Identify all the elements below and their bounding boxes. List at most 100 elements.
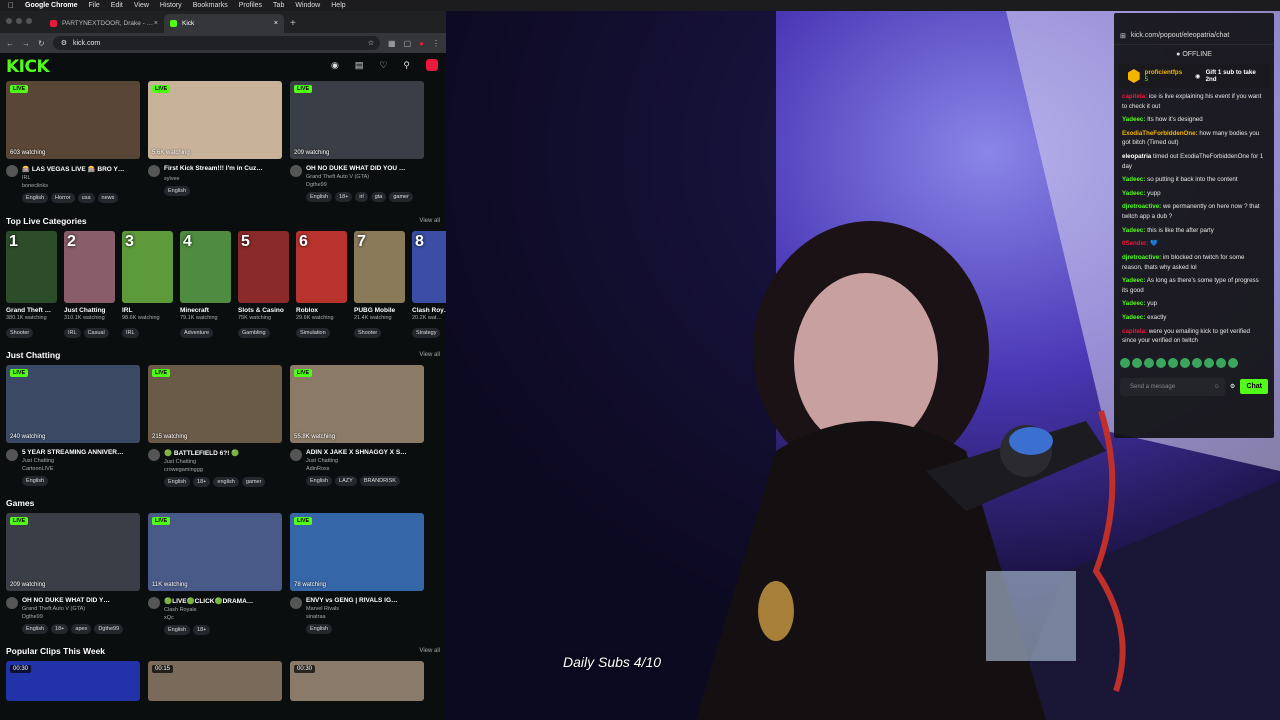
channel-name[interactable]: boneclinks	[22, 183, 134, 189]
menu-file[interactable]: File	[89, 2, 100, 9]
tab-youtube[interactable]: PARTYNEXTDOOR, Drake - … ×	[44, 14, 164, 33]
stream-card[interactable]: LIVE 11K watching 🟢LIVE🟢CLICK🟢DRAMA… Clash …	[148, 513, 282, 635]
channel-name[interactable]: Dgthe99	[306, 182, 418, 188]
chat-username[interactable]: Yadeec:	[1122, 176, 1145, 183]
category-card[interactable]: 3 IRL 98.6K watching IRL	[122, 231, 173, 339]
tab-kick[interactable]: Kick ×	[164, 14, 284, 33]
emote-icon[interactable]	[1144, 357, 1154, 368]
category-thumbnail[interactable]: 5	[238, 231, 289, 303]
chat-username[interactable]: djretroactive:	[1122, 203, 1161, 210]
view-all-link[interactable]: View all	[419, 352, 440, 358]
tag[interactable]: apex	[71, 624, 92, 634]
tag[interactable]: English	[306, 624, 333, 634]
tag[interactable]: irl	[355, 192, 368, 202]
close-tab-icon[interactable]: ×	[274, 20, 278, 27]
emote-icon[interactable]	[1216, 357, 1226, 368]
profile-icon[interactable]: ●	[419, 39, 424, 48]
stream-title[interactable]: 🟢LIVE🟢CLICK🟢DRAMA…	[164, 597, 276, 605]
stream-card[interactable]: LIVE 209 watching OH NO DUKE WHAT DID Y… Gr…	[6, 513, 140, 635]
category-link[interactable]: Grand Theft Auto V (GTA)	[22, 606, 134, 612]
stream-card[interactable]: LIVE 78 watching ENVY vs GENG | RIVALS IG……	[290, 513, 424, 635]
chat-username[interactable]: ExodiaTheForbiddenOne:	[1122, 130, 1198, 137]
tag[interactable]: English	[164, 477, 191, 487]
stream-card[interactable]: LIVE 215 watching 🟢 BATTLEFIELD 6?! 🟢 Just …	[148, 365, 282, 487]
channel-name[interactable]: CartoonLIVE	[22, 466, 134, 472]
tag[interactable]: BRANDRISK	[359, 476, 400, 486]
channel-name[interactable]: AdinRoss	[306, 466, 418, 472]
tag[interactable]: gamer	[389, 192, 413, 202]
category-card[interactable]: 7 PUBG Mobile 21.4K watching Shooter	[354, 231, 405, 339]
tag[interactable]: Dgthe99	[94, 624, 124, 634]
avatar[interactable]	[290, 165, 302, 177]
tag[interactable]: 18+	[51, 624, 69, 634]
category-name[interactable]: IRL	[122, 307, 173, 314]
menu-history[interactable]: History	[160, 2, 182, 9]
new-tab-button[interactable]: +	[290, 18, 296, 29]
emoji-icon[interactable]: ☺	[1214, 384, 1220, 390]
category-name[interactable]: Grand Theft …	[6, 307, 57, 314]
sidepanel-icon[interactable]: ▢	[404, 39, 412, 48]
view-all-link[interactable]: View all	[419, 218, 440, 224]
stream-thumbnail[interactable]: LIVE 78 watching	[290, 513, 424, 591]
forward-icon[interactable]: →	[22, 39, 30, 48]
close-tab-icon[interactable]: ×	[154, 20, 158, 27]
avatar[interactable]	[6, 449, 18, 461]
stream-card[interactable]: LIVE 55.8K watching ADIN X JAKE X SHNAGGY …	[290, 365, 424, 487]
stream-title[interactable]: OH NO DUKE WHAT DID YOU …	[306, 165, 418, 172]
chat-username[interactable]: djretroactive:	[1122, 254, 1161, 261]
chat-input[interactable]: Send a message ☺	[1120, 377, 1225, 396]
menu-view[interactable]: View	[134, 2, 149, 9]
zoom-window-button[interactable]	[26, 18, 32, 24]
menu-profiles[interactable]: Profiles	[239, 2, 262, 9]
category-card[interactable]: 1 Grand Theft … 380.1K watching Shooter	[6, 231, 57, 339]
pinned-gifter[interactable]: proficientfps 5 ◉ Gift 1 sub to take 2nd	[1118, 64, 1270, 88]
category-tag[interactable]: Adventure	[180, 328, 214, 338]
emote-icon[interactable]	[1192, 357, 1202, 368]
stream-title[interactable]: ADIN X JAKE X SHNAGGY X S…	[306, 449, 418, 456]
category-link[interactable]: Grand Theft Auto V (GTA)	[306, 174, 418, 180]
category-card[interactable]: 4 Minecraft 79.1K watching Adventure	[180, 231, 231, 339]
category-thumbnail[interactable]: 2	[64, 231, 115, 303]
channel-name[interactable]: crowegaminggg	[164, 467, 276, 473]
live-icon[interactable]: ◉	[331, 60, 339, 71]
stream-title[interactable]: OH NO DUKE WHAT DID Y…	[22, 597, 134, 604]
tag[interactable]: 18+	[193, 625, 211, 635]
stream-thumbnail[interactable]: LIVE 240 watching	[6, 365, 140, 443]
more-menu-icon[interactable]: ⋮	[432, 39, 440, 48]
search-icon[interactable]: ⚲	[403, 60, 410, 71]
category-thumbnail[interactable]: 1	[6, 231, 57, 303]
category-card[interactable]: 2 Just Chatting 310.1K watching IRL Casual	[64, 231, 115, 339]
category-thumbnail[interactable]: 7	[354, 231, 405, 303]
channel-name[interactable]: xQc	[164, 615, 276, 621]
menu-window[interactable]: Window	[295, 2, 320, 9]
stream-thumbnail[interactable]: LIVE 215 watching	[148, 365, 282, 443]
avatar[interactable]	[6, 165, 18, 177]
tag[interactable]: english	[213, 477, 239, 487]
gift-icon[interactable]	[426, 59, 438, 71]
tag[interactable]: usa	[77, 193, 95, 203]
minimize-window-button[interactable]	[16, 18, 22, 24]
category-name[interactable]: Roblox	[296, 307, 347, 314]
chat-username[interactable]: Yadeec:	[1122, 227, 1145, 234]
category-name[interactable]: PUBG Mobile	[354, 307, 405, 314]
category-tag[interactable]: Shooter	[6, 328, 34, 338]
avatar[interactable]	[148, 597, 160, 609]
tag[interactable]: Horror	[51, 193, 75, 203]
store-icon[interactable]: ▤	[355, 60, 364, 71]
stream-thumbnail[interactable]: LIVE 209 watching	[6, 513, 140, 591]
menu-bookmarks[interactable]: Bookmarks	[193, 2, 228, 9]
category-tag[interactable]: Strategy	[412, 328, 441, 338]
stream-card[interactable]: LIVE 5.6K watching First Kick Stream!!! I'…	[148, 81, 282, 203]
tag[interactable]: English	[164, 625, 191, 635]
category-card[interactable]: 5 Slots & Casino 75K watching Gambling	[238, 231, 289, 339]
view-all-link[interactable]: View all	[419, 648, 440, 654]
emote-icon[interactable]	[1120, 357, 1130, 368]
bookmark-star-icon[interactable]: ☆	[368, 39, 374, 47]
category-tag[interactable]: Simulation	[296, 328, 330, 338]
clip-thumbnail[interactable]: 00:30	[290, 661, 424, 701]
avatar[interactable]	[290, 597, 302, 609]
tag[interactable]: 18+	[335, 192, 353, 202]
chat-username[interactable]: Yadeec:	[1122, 277, 1145, 284]
stream-thumbnail[interactable]: LIVE 209 watching	[290, 81, 424, 159]
clip-thumbnail[interactable]: 00:15	[148, 661, 282, 701]
